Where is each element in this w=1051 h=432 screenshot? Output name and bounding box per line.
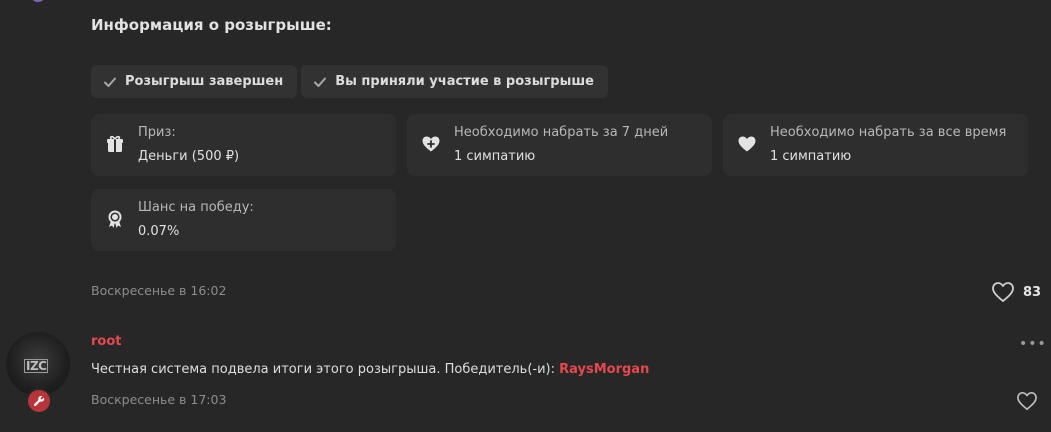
winner-link[interactable]: RaysMorgan <box>559 362 649 377</box>
status-badge-label: Вы приняли участие в розыгрыше <box>335 74 594 89</box>
like-button[interactable]: 83 <box>991 281 1041 303</box>
status-badge-finished: Розыгрыш завершен <box>91 65 298 98</box>
likes-7-days-label: Необходимо набрать за 7 дней <box>454 125 669 140</box>
like-count: 83 <box>1023 284 1042 300</box>
heart-icon <box>738 136 756 152</box>
more-options-icon[interactable]: ••• <box>1019 336 1047 352</box>
likes-all-time-value: 1 симпатию <box>770 149 852 164</box>
admin-badge <box>26 388 52 414</box>
prize-card: Приз: Деньги (500 ₽) <box>91 114 396 176</box>
message-body: Честная система подвела итоги этого розы… <box>91 362 560 377</box>
win-chance-label: Шанс на победу: <box>138 200 254 215</box>
likes-7-days-value: 1 симпатию <box>454 149 536 164</box>
username-link[interactable]: root <box>91 334 122 349</box>
section-title: Информация о розыгрыше: <box>91 16 332 34</box>
post-timestamp[interactable]: Воскресенье в 16:02 <box>91 283 226 298</box>
likes-7-days-card: Необходимо набрать за 7 дней 1 симпатию <box>407 114 712 176</box>
prize-label: Приз: <box>138 125 176 140</box>
gift-icon <box>107 135 123 152</box>
like-button-icon[interactable] <box>1016 391 1038 411</box>
win-chance-card: Шанс на победу: 0.07% <box>91 189 396 251</box>
avatar[interactable]: IZC <box>6 332 70 396</box>
check-icon <box>314 77 327 87</box>
previous-avatar-edge <box>30 0 46 2</box>
likes-all-time-label: Необходимо набрать за все время <box>770 125 1007 140</box>
check-icon <box>104 77 116 87</box>
prize-value: Деньги (500 ₽) <box>138 149 240 164</box>
avatar-logo: IZC <box>24 359 49 373</box>
award-icon <box>108 210 122 228</box>
post-timestamp[interactable]: Воскресенье в 17:03 <box>91 392 226 407</box>
likes-all-time-card: Необходимо набрать за все время 1 симпат… <box>723 114 1028 176</box>
wrench-icon <box>34 395 45 406</box>
status-badges: Розыгрыш завершен Вы приняли участие в р… <box>91 65 608 98</box>
heart-plus-icon <box>422 136 440 152</box>
message-text: Честная система подвела итоги этого розы… <box>91 362 649 377</box>
win-chance-value: 0.07% <box>138 224 180 239</box>
status-badge-label: Розыгрыш завершен <box>125 74 284 89</box>
status-badge-participated: Вы приняли участие в розыгрыше <box>301 65 608 98</box>
heart-outline-icon <box>992 282 1014 302</box>
